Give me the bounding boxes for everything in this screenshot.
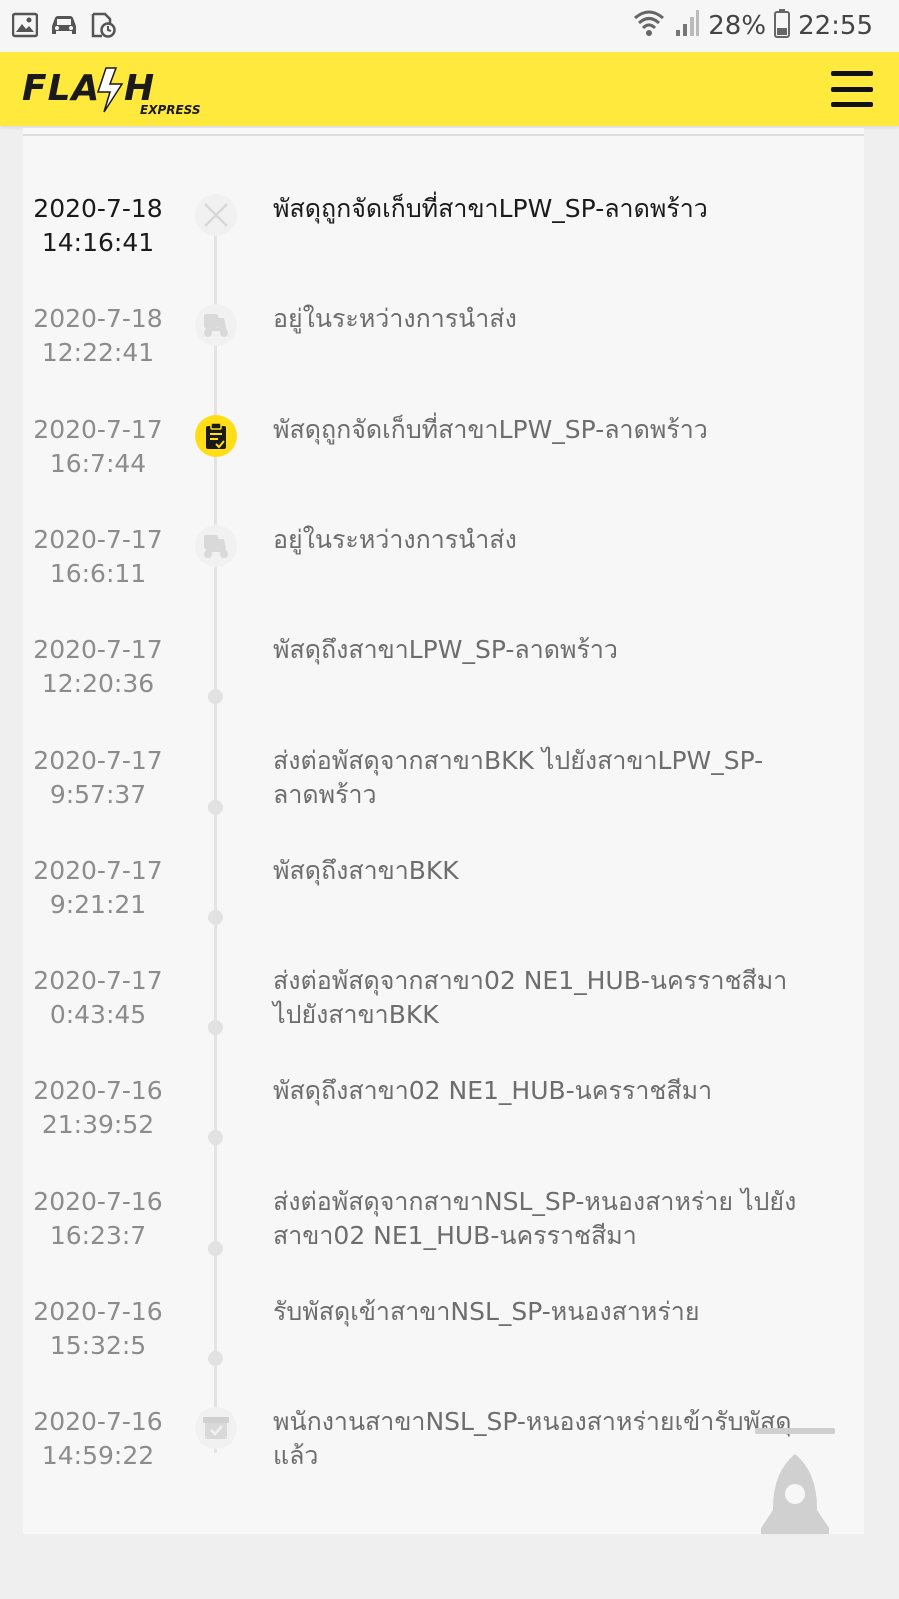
timeline-status-text: พัสดุถึงสาขาBKK: [273, 855, 459, 885]
status-bar-system: 28% 22:55: [632, 8, 873, 44]
timeline-status-text: ส่งต่อพัสดุจากสาขาBKK ไปยังสาขาLPW_SP-ลา…: [273, 745, 764, 809]
divider: [23, 134, 864, 136]
timeline-status-text: ส่งต่อพัสดุจากสาขา02 NE1_HUB-นครราชสีมา …: [273, 966, 788, 1030]
timeline-time: 21:39:52: [41, 1110, 155, 1140]
timeline-dot: [208, 909, 223, 925]
timeline-date: 2020-7-17: [33, 524, 163, 554]
battery-percent: 28%: [708, 11, 767, 41]
timeline-timestamp: 2020-7-18 12:22:41: [23, 302, 173, 370]
timeline-date: 2020-7-16: [33, 1297, 163, 1326]
timeline-date: 2020-7-17: [33, 635, 163, 665]
timeline-date: 2020-7-18: [33, 194, 163, 223]
timeline-entry: 2020-7-16 16:23:7 ส่งต่อพัสดุจากสาขาNSL_SP…: [23, 1185, 864, 1295]
timeline-entry: 2020-7-17 9:21:21 พัสดุถึงสาขาBKK: [23, 854, 864, 964]
clipboard-check-icon: [195, 414, 237, 457]
timeline-entry: 2020-7-18 14:16:41 พัสดุถูกจัดเก็บที่สาขาL…: [23, 192, 864, 302]
timeline-date: 2020-7-17: [33, 745, 163, 775]
timeline-dot: [208, 1130, 223, 1146]
timeline-dot: [208, 689, 223, 705]
timeline-date: 2020-7-16: [33, 1186, 163, 1216]
timeline-entry: 2020-7-16 15:32:5 รับพัสดุเข้าสาขาNSL_SP-ห…: [23, 1295, 864, 1405]
timeline-status-text: ส่งต่อพัสดุจากสาขาNSL_SP-หนองสาหร่าย ไปย…: [273, 1186, 797, 1250]
timeline-dot: [208, 1351, 223, 1366]
wifi-icon: [632, 8, 666, 45]
delivery-scooter-icon: [195, 304, 237, 347]
timeline-entry: 2020-7-17 16:7:44 พัสดุถูกจัดเก็บที่สาขาLP…: [23, 413, 864, 523]
tracking-timeline-card: 2020-7-18 14:16:41 พัสดุถูกจัดเก็บที่สาขาL…: [23, 128, 864, 1572]
timeline-date: 2020-7-17: [33, 966, 163, 996]
timeline-time: 14:59:22: [41, 1441, 155, 1471]
timeline-timestamp: 2020-7-16 21:39:52: [23, 1074, 173, 1142]
hamburger-menu-icon[interactable]: [831, 68, 873, 110]
timeline-time: 16:23:7: [49, 1220, 147, 1250]
timeline-timestamp: 2020-7-16 15:32:5: [23, 1295, 173, 1363]
signal-icon: [674, 8, 700, 45]
timeline-timestamp: 2020-7-17 16:6:11: [23, 523, 173, 591]
timeline-time: 16:6:11: [49, 558, 147, 588]
timeline-dot: [208, 799, 223, 815]
timeline-status-text: พัสดุถูกจัดเก็บที่สาขาLPW_SP-ลาดพร้าว: [273, 414, 708, 444]
timeline-status-text: รับพัสดุเข้าสาขาNSL_SP-หนองสาหร่าย: [273, 1297, 700, 1326]
status-bar-notifications: [11, 12, 116, 38]
timeline-time: 16:7:44: [49, 448, 147, 478]
timeline-status-text: พัสดุถูกจัดเก็บที่สาขาLPW_SP-ลาดพร้าว: [273, 194, 708, 223]
svg-text:FLA: FLA: [22, 68, 100, 109]
page-footer: [0, 1534, 899, 1599]
timeline-entry: 2020-7-18 12:22:41 อยู่ในระหว่างการนำส่ง: [23, 302, 864, 412]
timeline-time: 12:22:41: [41, 338, 155, 368]
timeline-time: 9:57:37: [49, 779, 147, 809]
svg-text:EXPRESS: EXPRESS: [140, 103, 201, 117]
timeline-time: 15:32:5: [49, 1331, 147, 1360]
timeline-timestamp: 2020-7-18 14:16:41: [23, 192, 173, 260]
timeline-time: 14:16:41: [41, 228, 155, 257]
package-check-icon: [195, 1407, 237, 1450]
app-header: FLA H EXPRESS: [0, 52, 899, 126]
clock-time: 22:55: [798, 11, 873, 41]
delivery-scooter-icon: [195, 524, 237, 567]
status-bar: 28% 22:55: [0, 0, 899, 52]
clock-file-icon: [90, 12, 116, 38]
timeline-status-text: อยู่ในระหว่างการนำส่ง: [273, 304, 517, 334]
flash-express-logo[interactable]: FLA H EXPRESS: [20, 62, 210, 118]
image-icon: [11, 12, 39, 38]
timeline-time: 0:43:45: [49, 1000, 147, 1030]
timeline-date: 2020-7-18: [33, 304, 163, 334]
timeline-entry: 2020-7-17 12:20:36 พัสดุถึงสาขาLPW_SP-ลาดพ…: [23, 633, 864, 743]
timeline-timestamp: 2020-7-16 16:23:7: [23, 1185, 173, 1253]
timeline-timestamp: 2020-7-17 12:20:36: [23, 633, 173, 701]
timeline-entry: 2020-7-17 9:57:37 ส่งต่อพัสดุจากสาขาBKK ไป…: [23, 744, 864, 854]
timeline-date: 2020-7-16: [33, 1407, 163, 1437]
close-icon: [195, 194, 237, 236]
timeline-timestamp: 2020-7-17 16:7:44: [23, 413, 173, 481]
timeline-timestamp: 2020-7-17 9:21:21: [23, 854, 173, 922]
timeline-entry: 2020-7-16 14:59:22 พนักงานสาขาNSL_SP-หนองส…: [23, 1405, 864, 1515]
timeline-status-text: พัสดุถึงสาขา02 NE1_HUB-นครราชสีมา: [273, 1076, 713, 1106]
timeline-timestamp: 2020-7-17 9:57:37: [23, 744, 173, 812]
timeline-entry: 2020-7-17 0:43:45 ส่งต่อพัสดุจากสาขา02 NE1…: [23, 964, 864, 1074]
timeline-time: 9:21:21: [49, 889, 147, 919]
timeline-status-text: พนักงานสาขาNSL_SP-หนองสาหร่ายเข้ารับพัสด…: [273, 1407, 792, 1471]
timeline-timestamp: 2020-7-16 14:59:22: [23, 1405, 173, 1473]
timeline-dot: [208, 1240, 223, 1256]
timeline-status-text: พัสดุถึงสาขาLPW_SP-ลาดพร้าว: [273, 635, 618, 665]
timeline-date: 2020-7-17: [33, 855, 163, 885]
timeline-dot: [208, 1020, 223, 1036]
timeline-time: 12:20:36: [41, 669, 155, 699]
car-icon: [48, 12, 80, 38]
timeline-entry: 2020-7-16 21:39:52 พัสดุถึงสาขา02 NE1_HUB-…: [23, 1074, 864, 1184]
timeline-date: 2020-7-16: [33, 1076, 163, 1106]
timeline-entry: 2020-7-17 16:6:11 อยู่ในระหว่างการนำส่ง: [23, 523, 864, 633]
battery-icon: [774, 8, 791, 45]
timeline-date: 2020-7-17: [33, 414, 163, 444]
timeline-status-text: อยู่ในระหว่างการนำส่ง: [273, 524, 517, 554]
timeline-timestamp: 2020-7-17 0:43:45: [23, 964, 173, 1032]
